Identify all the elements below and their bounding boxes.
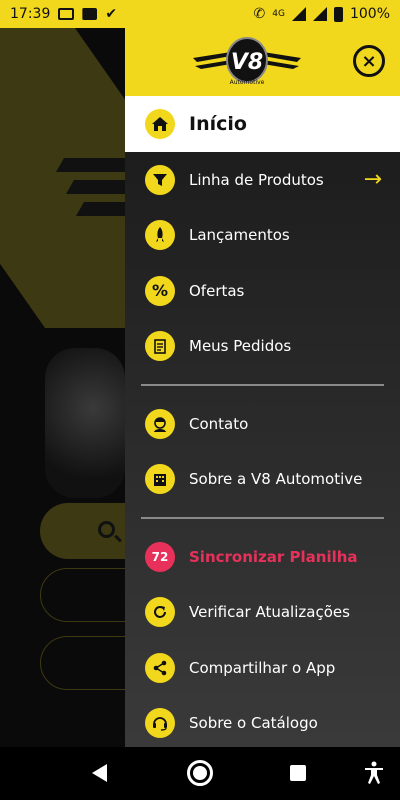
- background-product-image: [45, 348, 125, 498]
- sync-count-badge: 72: [145, 541, 175, 572]
- menu-item-label: Início: [189, 113, 247, 135]
- menu-item-label: Compartilhar o App: [189, 658, 336, 677]
- background-button: [40, 636, 125, 690]
- menu-item-label: Linha de Produtos: [189, 170, 324, 189]
- divider: [141, 517, 384, 519]
- back-icon[interactable]: [92, 764, 107, 782]
- close-drawer-button[interactable]: ×: [353, 45, 385, 77]
- mail-icon: [82, 8, 98, 20]
- menu-item-label: Verificar Atualizações: [189, 603, 350, 622]
- background-stripe: [55, 158, 125, 172]
- close-icon: ×: [361, 50, 377, 72]
- background-app: [0, 28, 125, 755]
- download-done-icon: ✔: [105, 6, 118, 22]
- vpn-icon: [58, 8, 75, 20]
- menu-item-verificar-atualizacoes[interactable]: Verificar Atualizações: [125, 585, 400, 641]
- home-button-icon[interactable]: [187, 760, 213, 786]
- logo-text: V8: [231, 50, 263, 75]
- menu-item-label: Sincronizar Planilha: [189, 547, 358, 566]
- battery-icon: [333, 6, 343, 22]
- background-banner: [0, 28, 125, 328]
- menu-item-label: Sobre a V8 Automotive: [189, 470, 363, 489]
- support-icon: [145, 708, 175, 739]
- system-navigation-bar: [0, 747, 400, 800]
- person-icon: [145, 408, 175, 439]
- recent-apps-icon[interactable]: [290, 765, 306, 781]
- search-icon: [98, 521, 115, 538]
- menu-item-ofertas[interactable]: % Ofertas: [125, 263, 400, 319]
- drawer-header: V8 Automotive ×: [125, 28, 400, 96]
- menu-item-meus-pedidos[interactable]: Meus Pedidos: [125, 319, 400, 375]
- menu-item-sobre-catalogo[interactable]: Sobre o Catálogo: [125, 696, 400, 752]
- background-search-button: [40, 503, 125, 559]
- accessibility-icon[interactable]: [364, 761, 384, 785]
- menu-item-inicio[interactable]: Início: [125, 96, 400, 152]
- cell-signal-icon: [312, 7, 327, 21]
- navigation-drawer: V8 Automotive × Início Linha de Produtos…: [125, 28, 400, 747]
- percent-icon: %: [145, 275, 175, 306]
- menu-item-label: Lançamentos: [189, 226, 290, 245]
- background-button: [40, 568, 125, 622]
- network-type: 4G: [272, 9, 285, 19]
- menu-item-label: Sobre o Catálogo: [189, 714, 318, 733]
- clipboard-icon: [145, 331, 175, 362]
- rocket-icon: [145, 220, 175, 251]
- menu-item-label: Meus Pedidos: [189, 337, 292, 356]
- refresh-icon: [145, 597, 175, 628]
- background-stripe: [65, 180, 125, 194]
- menu-item-sobre-v8[interactable]: Sobre a V8 Automotive: [125, 452, 400, 508]
- menu-item-linha-de-produtos[interactable]: Linha de Produtos →: [125, 152, 400, 208]
- status-bar: 17:39 ✔ ✆ 4G 100%: [0, 0, 400, 28]
- filter-icon: [145, 164, 175, 195]
- status-time: 17:39: [10, 6, 51, 22]
- home-icon: [145, 109, 175, 139]
- wifi-signal-icon: [291, 7, 306, 21]
- menu-item-compartilhar-app[interactable]: Compartilhar o App: [125, 640, 400, 696]
- menu-item-sincronizar-planilha[interactable]: 72 Sincronizar Planilha: [125, 529, 400, 585]
- menu-item-label: Ofertas: [189, 281, 245, 300]
- divider: [141, 384, 384, 386]
- logo-subtext: Automotive: [230, 79, 265, 86]
- building-icon: [145, 464, 175, 495]
- menu-item-lancamentos[interactable]: Lançamentos: [125, 208, 400, 264]
- wifi-calling-icon: ✆: [253, 6, 266, 22]
- arrow-right-icon: →: [363, 167, 382, 193]
- menu-item-contato[interactable]: Contato: [125, 396, 400, 452]
- menu-item-label: Contato: [189, 414, 249, 433]
- background-stripe: [75, 202, 125, 216]
- v8-automotive-logo: V8 Automotive: [193, 37, 301, 86]
- battery-percent: 100%: [349, 6, 390, 22]
- share-icon: [145, 652, 175, 683]
